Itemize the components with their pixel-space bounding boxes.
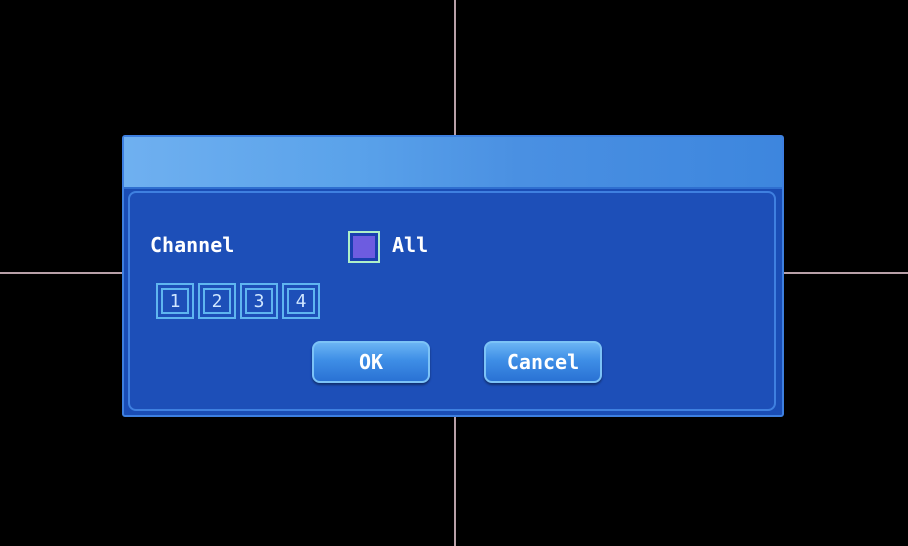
channel-2-checkbox[interactable]: 2 <box>198 283 236 319</box>
channel-1-checkbox[interactable]: 1 <box>156 283 194 319</box>
all-label: All <box>392 233 429 257</box>
channel-selector-row: 1 2 3 4 <box>156 283 320 319</box>
channel-4-checkbox[interactable]: 4 <box>282 283 320 319</box>
channel-dialog: Channel All 1 2 3 4 OK Cancel <box>122 135 784 417</box>
channel-3-label: 3 <box>245 288 273 314</box>
channel-2-label: 2 <box>203 288 231 314</box>
channel-1-label: 1 <box>161 288 189 314</box>
cancel-button[interactable]: Cancel <box>484 341 602 383</box>
dialog-body: Channel All 1 2 3 4 OK Cancel <box>128 191 776 411</box>
dialog-titlebar[interactable] <box>124 137 782 189</box>
channel-4-label: 4 <box>287 288 315 314</box>
channel-3-checkbox[interactable]: 3 <box>240 283 278 319</box>
all-checkbox-fill <box>353 236 375 258</box>
screen: Channel All 1 2 3 4 OK Cancel <box>0 0 908 546</box>
ok-button[interactable]: OK <box>312 341 430 383</box>
channel-label: Channel <box>150 233 235 257</box>
all-checkbox[interactable] <box>348 231 380 263</box>
